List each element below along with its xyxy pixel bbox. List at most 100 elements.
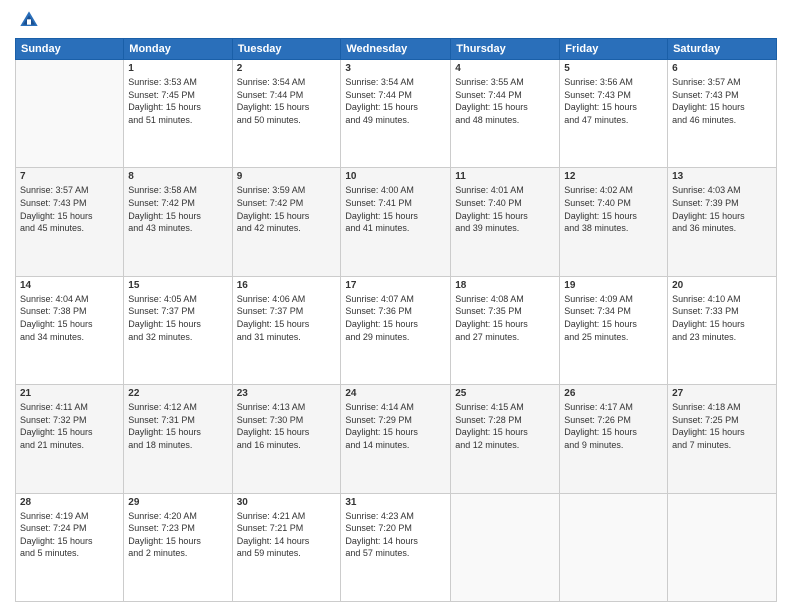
day-info: Sunrise: 4:13 AM Sunset: 7:30 PM Dayligh… (237, 401, 337, 451)
weekday-tuesday: Tuesday (232, 39, 341, 60)
day-cell: 12Sunrise: 4:02 AM Sunset: 7:40 PM Dayli… (560, 168, 668, 276)
day-number: 28 (20, 497, 119, 508)
day-cell (560, 493, 668, 601)
day-cell: 20Sunrise: 4:10 AM Sunset: 7:33 PM Dayli… (668, 276, 777, 384)
day-info: Sunrise: 4:19 AM Sunset: 7:24 PM Dayligh… (20, 510, 119, 560)
day-number: 16 (237, 280, 337, 291)
day-info: Sunrise: 4:02 AM Sunset: 7:40 PM Dayligh… (564, 184, 663, 234)
day-info: Sunrise: 3:58 AM Sunset: 7:42 PM Dayligh… (128, 184, 227, 234)
day-cell: 30 Sunrise: 4:21 AM Sunset: 7:21 PM Dayli… (232, 493, 341, 601)
day-number: 8 (128, 171, 227, 182)
calendar-table: SundayMondayTuesdayWednesdayThursdayFrid… (15, 38, 777, 602)
day-cell: 27 Sunrise: 4:18 AM Sunset: 7:25 PM Dayli… (668, 385, 777, 493)
day-info: Sunrise: 4:04 AM Sunset: 7:38 PM Dayligh… (20, 293, 119, 343)
day-cell: 14 Sunrise: 4:04 AM Sunset: 7:38 PM Dayli… (16, 276, 124, 384)
day-number: 9 (237, 171, 337, 182)
day-cell: 22 Sunrise: 4:12 AM Sunset: 7:31 PM Dayli… (124, 385, 232, 493)
weekday-friday: Friday (560, 39, 668, 60)
logo-icon (19, 10, 39, 30)
day-number: 14 (20, 280, 119, 291)
day-number: 23 (237, 388, 337, 399)
day-number: 5 (564, 63, 663, 74)
day-info: Sunrise: 4:20 AM Sunset: 7:23 PM Dayligh… (128, 510, 227, 560)
day-cell: 3Sunrise: 3:54 AM Sunset: 7:44 PM Daylig… (341, 60, 451, 168)
week-row-5: 28 Sunrise: 4:19 AM Sunset: 7:24 PM Dayli… (16, 493, 777, 601)
day-cell: 16 Sunrise: 4:06 AM Sunset: 7:37 PM Dayli… (232, 276, 341, 384)
day-number: 26 (564, 388, 663, 399)
day-cell: 1 Sunrise: 3:53 AM Sunset: 7:45 PM Daylig… (124, 60, 232, 168)
day-number: 7 (20, 171, 119, 182)
day-info: Sunrise: 3:59 AM Sunset: 7:42 PM Dayligh… (237, 184, 337, 234)
day-cell (668, 493, 777, 601)
day-info: Sunrise: 3:57 AM Sunset: 7:43 PM Dayligh… (672, 76, 772, 126)
day-number: 22 (128, 388, 227, 399)
day-info: Sunrise: 4:12 AM Sunset: 7:31 PM Dayligh… (128, 401, 227, 451)
day-number: 13 (672, 171, 772, 182)
day-cell: 8 Sunrise: 3:58 AM Sunset: 7:42 PM Daylig… (124, 168, 232, 276)
day-info: Sunrise: 3:57 AM Sunset: 7:43 PM Dayligh… (20, 184, 119, 234)
day-info: Sunrise: 3:56 AM Sunset: 7:43 PM Dayligh… (564, 76, 663, 126)
day-cell: 24Sunrise: 4:14 AM Sunset: 7:29 PM Dayli… (341, 385, 451, 493)
day-cell: 10 Sunrise: 4:00 AM Sunset: 7:41 PM Dayli… (341, 168, 451, 276)
day-info: Sunrise: 4:17 AM Sunset: 7:26 PM Dayligh… (564, 401, 663, 451)
day-cell: 19Sunrise: 4:09 AM Sunset: 7:34 PM Dayli… (560, 276, 668, 384)
day-number: 11 (455, 171, 555, 182)
page: SundayMondayTuesdayWednesdayThursdayFrid… (0, 0, 792, 612)
day-number: 29 (128, 497, 227, 508)
day-info: Sunrise: 3:53 AM Sunset: 7:45 PM Dayligh… (128, 76, 227, 126)
weekday-thursday: Thursday (451, 39, 560, 60)
weekday-monday: Monday (124, 39, 232, 60)
day-info: Sunrise: 4:08 AM Sunset: 7:35 PM Dayligh… (455, 293, 555, 343)
day-number: 10 (345, 171, 446, 182)
week-row-4: 21Sunrise: 4:11 AM Sunset: 7:32 PM Dayli… (16, 385, 777, 493)
weekday-sunday: Sunday (16, 39, 124, 60)
day-number: 27 (672, 388, 772, 399)
day-info: Sunrise: 4:00 AM Sunset: 7:41 PM Dayligh… (345, 184, 446, 234)
day-number: 31 (345, 497, 446, 508)
day-number: 20 (672, 280, 772, 291)
day-number: 15 (128, 280, 227, 291)
day-number: 4 (455, 63, 555, 74)
day-cell (451, 493, 560, 601)
day-info: Sunrise: 4:05 AM Sunset: 7:37 PM Dayligh… (128, 293, 227, 343)
day-info: Sunrise: 4:01 AM Sunset: 7:40 PM Dayligh… (455, 184, 555, 234)
week-row-3: 14 Sunrise: 4:04 AM Sunset: 7:38 PM Dayli… (16, 276, 777, 384)
day-cell: 9 Sunrise: 3:59 AM Sunset: 7:42 PM Daylig… (232, 168, 341, 276)
day-info: Sunrise: 4:21 AM Sunset: 7:21 PM Dayligh… (237, 510, 337, 560)
day-cell: 15 Sunrise: 4:05 AM Sunset: 7:37 PM Dayli… (124, 276, 232, 384)
day-number: 6 (672, 63, 772, 74)
weekday-wednesday: Wednesday (341, 39, 451, 60)
day-cell: 6 Sunrise: 3:57 AM Sunset: 7:43 PM Daylig… (668, 60, 777, 168)
day-info: Sunrise: 3:54 AM Sunset: 7:44 PM Dayligh… (237, 76, 337, 126)
week-row-1: 1 Sunrise: 3:53 AM Sunset: 7:45 PM Daylig… (16, 60, 777, 168)
day-cell: 23 Sunrise: 4:13 AM Sunset: 7:30 PM Dayli… (232, 385, 341, 493)
day-cell: 11 Sunrise: 4:01 AM Sunset: 7:40 PM Dayli… (451, 168, 560, 276)
day-cell (16, 60, 124, 168)
day-info: Sunrise: 4:03 AM Sunset: 7:39 PM Dayligh… (672, 184, 772, 234)
day-info: Sunrise: 3:54 AM Sunset: 7:44 PM Dayligh… (345, 76, 446, 126)
day-cell: 2 Sunrise: 3:54 AM Sunset: 7:44 PM Daylig… (232, 60, 341, 168)
weekday-header-row: SundayMondayTuesdayWednesdayThursdayFrid… (16, 39, 777, 60)
day-cell: 13 Sunrise: 4:03 AM Sunset: 7:39 PM Dayli… (668, 168, 777, 276)
day-number: 19 (564, 280, 663, 291)
weekday-saturday: Saturday (668, 39, 777, 60)
day-cell: 17 Sunrise: 4:07 AM Sunset: 7:36 PM Dayli… (341, 276, 451, 384)
day-number: 2 (237, 63, 337, 74)
day-number: 30 (237, 497, 337, 508)
day-cell: 18 Sunrise: 4:08 AM Sunset: 7:35 PM Dayli… (451, 276, 560, 384)
day-cell: 4 Sunrise: 3:55 AM Sunset: 7:44 PM Daylig… (451, 60, 560, 168)
day-number: 17 (345, 280, 446, 291)
day-cell: 31 Sunrise: 4:23 AM Sunset: 7:20 PM Dayli… (341, 493, 451, 601)
logo (15, 10, 41, 30)
header (15, 10, 777, 30)
day-info: Sunrise: 4:18 AM Sunset: 7:25 PM Dayligh… (672, 401, 772, 451)
day-info: Sunrise: 3:55 AM Sunset: 7:44 PM Dayligh… (455, 76, 555, 126)
day-number: 18 (455, 280, 555, 291)
day-number: 1 (128, 63, 227, 74)
day-info: Sunrise: 4:15 AM Sunset: 7:28 PM Dayligh… (455, 401, 555, 451)
day-info: Sunrise: 4:06 AM Sunset: 7:37 PM Dayligh… (237, 293, 337, 343)
day-info: Sunrise: 4:07 AM Sunset: 7:36 PM Dayligh… (345, 293, 446, 343)
day-cell: 21Sunrise: 4:11 AM Sunset: 7:32 PM Dayli… (16, 385, 124, 493)
day-info: Sunrise: 4:23 AM Sunset: 7:20 PM Dayligh… (345, 510, 446, 560)
day-cell: 26 Sunrise: 4:17 AM Sunset: 7:26 PM Dayli… (560, 385, 668, 493)
